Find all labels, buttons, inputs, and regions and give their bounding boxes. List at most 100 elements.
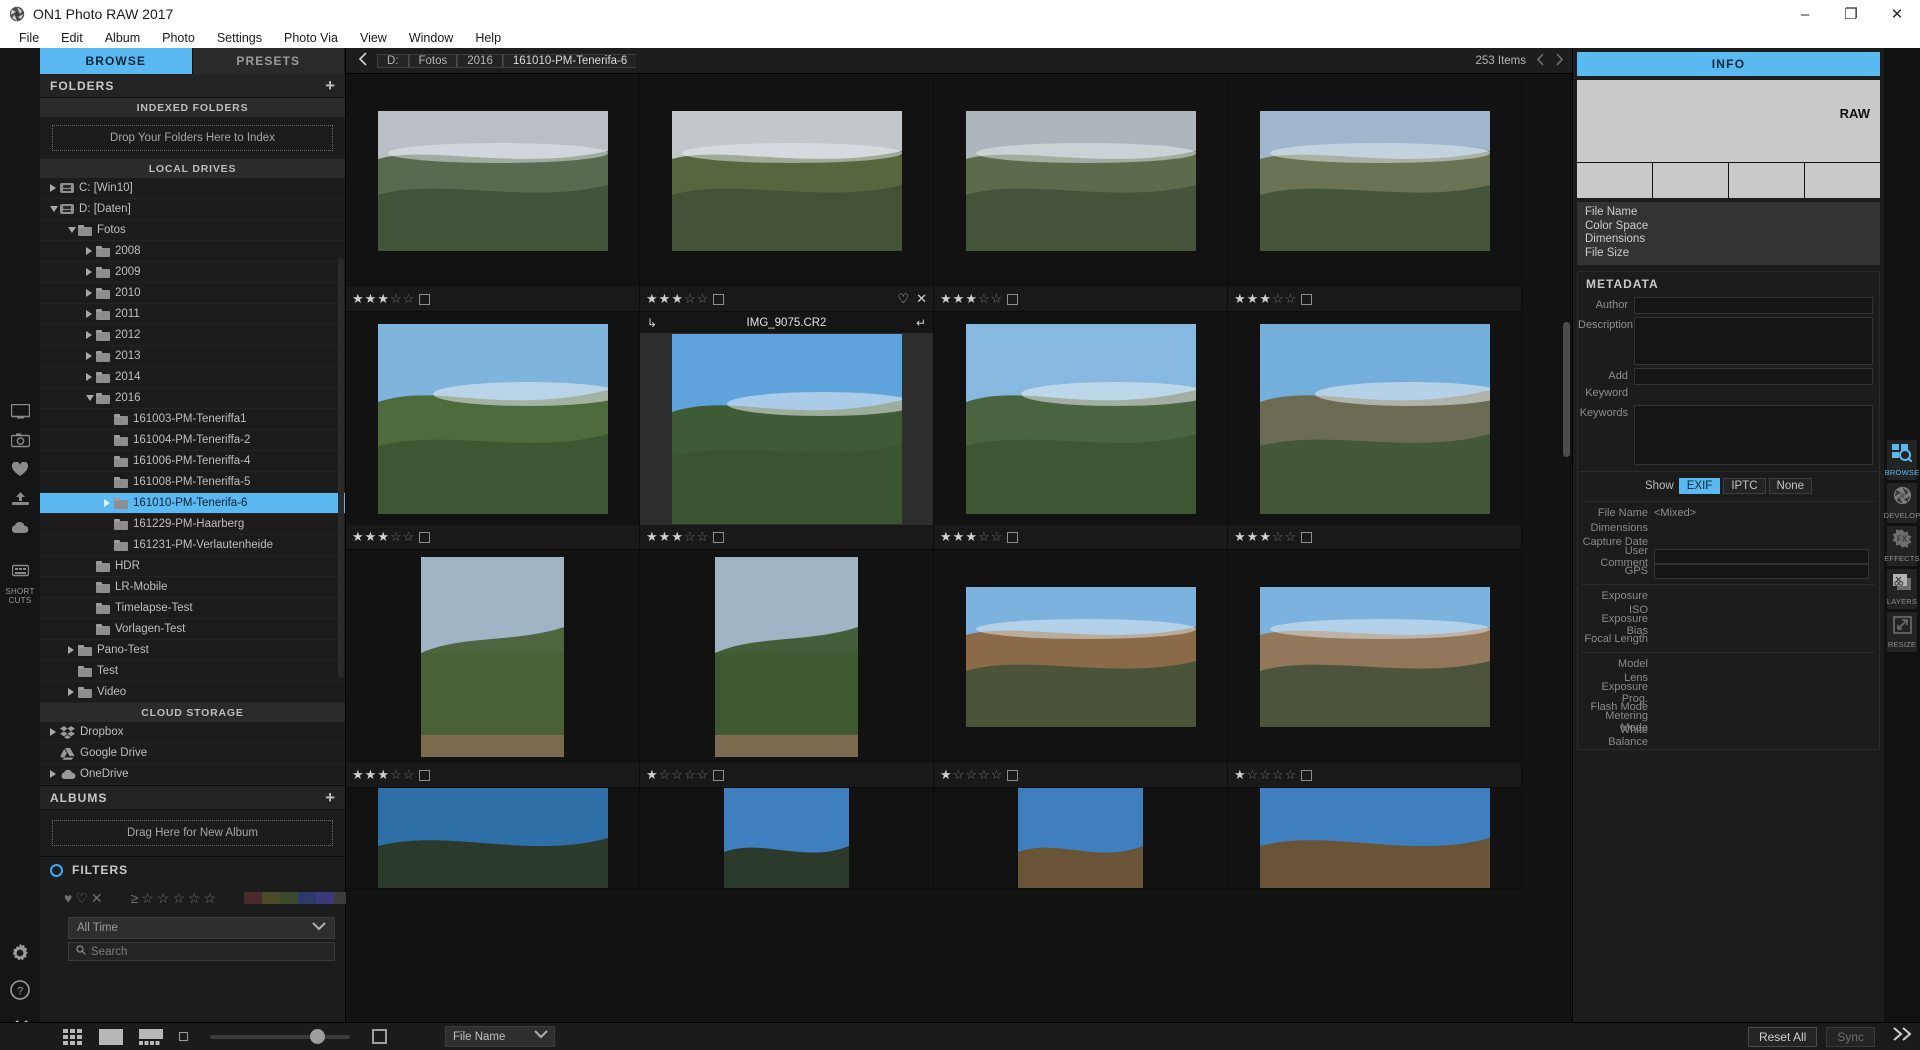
- camera-icon[interactable]: [5, 427, 35, 454]
- star-icon[interactable]: ☆: [697, 767, 709, 783]
- rating-stars[interactable]: ★ ☆ ☆ ☆ ☆: [940, 767, 1002, 783]
- chevron-right-icon[interactable]: [84, 266, 96, 278]
- thumbnail-image[interactable]: [346, 74, 639, 287]
- thumbnail-image[interactable]: [934, 74, 1227, 287]
- menu-item-view[interactable]: View: [349, 28, 398, 48]
- star-icon[interactable]: ☆: [390, 529, 402, 545]
- cloud-icon[interactable]: [5, 514, 35, 541]
- select-checkbox[interactable]: [713, 293, 725, 305]
- tree-item[interactable]: 161010-PM-Tenerifa-6: [40, 493, 345, 514]
- breadcrumb-segment[interactable]: Fotos: [408, 53, 458, 68]
- tree-item[interactable]: Video: [40, 682, 345, 703]
- next-page-icon[interactable]: [1555, 52, 1564, 69]
- tree-item[interactable]: 161004-PM-Teneriffa-2: [40, 430, 345, 451]
- thumbnail-image[interactable]: [640, 550, 933, 763]
- tree-item[interactable]: Vorlagen-Test: [40, 619, 345, 640]
- tab-browse[interactable]: BROWSE: [40, 48, 193, 74]
- star-icon[interactable]: ☆: [978, 767, 990, 783]
- star-icon[interactable]: ☆: [953, 767, 965, 783]
- tree-item[interactable]: Fotos: [40, 220, 345, 241]
- thumbnail-image[interactable]: [934, 312, 1227, 525]
- star-icon[interactable]: ★: [646, 529, 658, 545]
- chevron-double-right-icon[interactable]: [1890, 1026, 1912, 1047]
- thumbnail-cell[interactable]: ★ ★ ★ ☆ ☆: [1228, 74, 1522, 312]
- star-icon[interactable]: ★: [1234, 529, 1246, 545]
- star-icon[interactable]: ☆: [1247, 767, 1259, 783]
- slider-knob[interactable]: [310, 1028, 325, 1044]
- star-icon[interactable]: ☆: [1285, 529, 1297, 545]
- sync-button[interactable]: Sync: [1826, 1026, 1875, 1047]
- thumbnail-image[interactable]: [934, 550, 1227, 763]
- close-button[interactable]: ✕: [1874, 0, 1920, 28]
- breadcrumb-segment[interactable]: D:: [377, 53, 409, 68]
- tree-item[interactable]: 161006-PM-Teneriffa-4: [40, 451, 345, 472]
- cloud-item[interactable]: Dropbox: [40, 722, 345, 743]
- add-album-button[interactable]: +: [325, 789, 336, 807]
- star-icon[interactable]: ☆: [684, 767, 696, 783]
- thumbnail-cell[interactable]: ★ ★ ★ ☆ ☆ ♡ ✕: [640, 74, 934, 312]
- star-icon[interactable]: ☆: [978, 529, 990, 545]
- tree-item[interactable]: 2016: [40, 388, 345, 409]
- menu-item-settings[interactable]: Settings: [206, 28, 273, 48]
- star-icon[interactable]: ★: [352, 767, 364, 783]
- tree-item[interactable]: Test: [40, 661, 345, 682]
- tree-item[interactable]: 161008-PM-Teneriffa-5: [40, 472, 345, 493]
- tree-item[interactable]: 161229-PM-Haarberg: [40, 514, 345, 535]
- thumbnail-image[interactable]: [934, 788, 1227, 888]
- star-icon[interactable]: ☆: [1285, 767, 1297, 783]
- breadcrumb-segment[interactable]: 161010-PM-Tenerifa-6: [502, 53, 637, 68]
- star-icon[interactable]: ★: [1247, 291, 1259, 307]
- minimize-button[interactable]: –: [1782, 0, 1828, 28]
- tree-item[interactable]: D: [Daten]: [40, 199, 345, 220]
- sort-select[interactable]: File Name: [445, 1026, 555, 1047]
- star-icon[interactable]: ☆: [991, 529, 1003, 545]
- star-icon[interactable]: ★: [965, 291, 977, 307]
- breadcrumb-segment[interactable]: 2016: [457, 53, 503, 68]
- thumbnail-image[interactable]: [1228, 312, 1521, 525]
- star-icon[interactable]: ★: [1259, 291, 1271, 307]
- color-label-swatch[interactable]: [244, 892, 263, 904]
- thumbnail-cell[interactable]: ★ ☆ ☆ ☆ ☆: [934, 550, 1228, 788]
- module-button-browse[interactable]: BROWSE: [1885, 440, 1919, 480]
- star-icon[interactable]: ★: [1234, 291, 1246, 307]
- chevron-right-icon[interactable]: [48, 768, 60, 780]
- tree-item[interactable]: 2011: [40, 304, 345, 325]
- star-icon[interactable]: ★: [659, 529, 671, 545]
- select-checkbox[interactable]: [419, 769, 431, 781]
- tree-item[interactable]: 2009: [40, 262, 345, 283]
- chevron-right-icon[interactable]: [84, 350, 96, 362]
- rating-stars[interactable]: ★ ★ ★ ☆ ☆: [352, 291, 414, 307]
- star-icon[interactable]: ★: [377, 767, 389, 783]
- select-checkbox[interactable]: [419, 293, 431, 305]
- exif-input-user-comment[interactable]: [1654, 549, 1869, 565]
- star-icon[interactable]: ☆: [697, 291, 709, 307]
- star-icon[interactable]: ★: [940, 291, 952, 307]
- rating-stars[interactable]: ★ ★ ★ ☆ ☆: [940, 529, 1002, 545]
- star-icon[interactable]: ☆: [684, 291, 696, 307]
- chevron-down-icon[interactable]: [84, 392, 96, 404]
- left-panel-scrollbar[interactable]: [338, 258, 344, 678]
- show-iptc-button[interactable]: IPTC: [1723, 478, 1766, 494]
- rating-stars[interactable]: ★ ★ ★ ☆ ☆: [940, 291, 1002, 307]
- tab-presets[interactable]: PRESETS: [192, 48, 345, 74]
- rating-stars[interactable]: ★ ☆ ☆ ☆ ☆: [646, 767, 708, 783]
- heart-outline-icon[interactable]: ♡: [897, 291, 909, 307]
- thumbnail-cell[interactable]: ★ ★ ★ ☆ ☆: [1228, 312, 1522, 550]
- channel-cell[interactable]: [1653, 163, 1729, 198]
- select-checkbox[interactable]: [419, 531, 431, 543]
- star-icon[interactable]: ☆: [1272, 767, 1284, 783]
- select-checkbox[interactable]: [1007, 293, 1019, 305]
- star-icon[interactable]: ★: [671, 529, 683, 545]
- select-checkbox[interactable]: [1007, 531, 1019, 543]
- reject-x-icon[interactable]: ✕: [91, 890, 103, 907]
- monitor-icon[interactable]: [5, 398, 35, 425]
- thumbnail-cell[interactable]: [934, 788, 1228, 889]
- channel-cell[interactable]: [1805, 163, 1880, 198]
- chevron-right-icon[interactable]: [84, 371, 96, 383]
- chevron-down-icon[interactable]: [48, 203, 60, 215]
- filter-toggle-icon[interactable]: [50, 863, 63, 877]
- metadata-input-author[interactable]: [1634, 297, 1873, 314]
- filter-star-icon[interactable]: ☆: [157, 890, 170, 907]
- star-icon[interactable]: ★: [1234, 767, 1246, 783]
- thumbnail-image[interactable]: [1228, 74, 1521, 287]
